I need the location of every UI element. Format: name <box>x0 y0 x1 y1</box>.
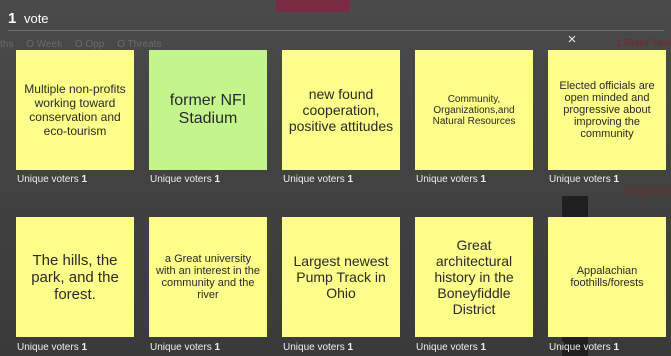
background-strip-item: ths <box>0 39 14 50</box>
unique-voters-label: Unique voters <box>549 342 614 353</box>
sticky-note-card[interactable]: Community, Organizations,and Natural Res… <box>415 50 533 170</box>
unique-voters-count: 1 <box>347 342 354 353</box>
sticky-note-card[interactable]: Multiple non-profits working toward cons… <box>16 50 134 170</box>
unique-voters-label: Unique voters <box>283 174 348 185</box>
unique-voters: Unique voters 1 <box>283 174 401 186</box>
unique-voters-label: Unique voters <box>17 174 82 185</box>
unique-voters-label: Unique voters <box>549 174 614 185</box>
background-right-label: 1 River Tow <box>615 38 671 49</box>
vote-label: vote <box>23 11 49 26</box>
unique-voters-label: Unique voters <box>17 342 82 353</box>
sticky-note-text: former NFI Stadium <box>169 92 247 127</box>
unique-voters-label: Unique voters <box>416 342 481 353</box>
sticky-note-card[interactable]: The hills, the park, and the forest. <box>16 217 134 337</box>
unique-voters: Unique voters 1 <box>283 342 401 354</box>
unique-voters: Unique voters 1 <box>416 342 534 354</box>
background-right-label-2: 4 Opportu <box>623 186 671 197</box>
unique-voters-count: 1 <box>480 174 487 185</box>
unique-voters-count: 1 <box>613 174 620 185</box>
vote-header: 1 vote <box>8 8 664 31</box>
background-strip-item: O Week <box>26 39 63 50</box>
sticky-note-text: Community, Organizations,and Natural Res… <box>432 93 516 127</box>
unique-voters-label: Unique voters <box>416 174 481 185</box>
unique-voters-count: 1 <box>81 174 88 185</box>
unique-voters: Unique voters 1 <box>150 174 268 186</box>
sticky-note-text: Multiple non-profits working toward cons… <box>24 82 126 138</box>
sticky-note-card[interactable]: Appalachian foothills/forests <box>548 217 666 337</box>
sticky-note-card[interactable]: a Great university with an interest in t… <box>149 217 267 337</box>
background-strip-item: O Opp <box>74 39 105 50</box>
unique-voters-count: 1 <box>480 342 487 353</box>
sticky-note-text: The hills, the park, and the forest. <box>31 251 119 303</box>
unique-voters-count: 1 <box>347 174 354 185</box>
unique-voters: Unique voters 1 <box>416 174 534 186</box>
unique-voters-count: 1 <box>613 342 620 353</box>
background-strip-item: O Threats <box>117 39 162 50</box>
unique-voters-count: 1 <box>214 342 221 353</box>
unique-voters: Unique voters 1 <box>17 174 135 186</box>
sticky-note-text: Appalachian foothills/forests <box>570 265 644 289</box>
vote-results-screen: ths O Week O Opp O Threats 1 River Tow 4… <box>0 0 671 356</box>
unique-voters-count: 1 <box>214 174 221 185</box>
sticky-note-card[interactable]: Largest newest Pump Track in Ohio <box>282 217 400 337</box>
sticky-note-card[interactable]: former NFI Stadium <box>149 50 267 170</box>
unique-voters: Unique voters 1 <box>549 174 667 186</box>
unique-voters-label: Unique voters <box>283 342 348 353</box>
unique-voters: Unique voters 1 <box>17 342 135 354</box>
unique-voters: Unique voters 1 <box>549 342 667 354</box>
close-icon[interactable]: × <box>564 32 580 48</box>
unique-voters-label: Unique voters <box>150 174 215 185</box>
unique-voters: Unique voters 1 <box>150 342 268 354</box>
sticky-note-text: Great architectural history in the Boney… <box>434 237 514 317</box>
vote-count: 1 <box>8 10 17 27</box>
sticky-note-text: a Great university with an interest in t… <box>156 253 260 301</box>
sticky-note-text: new found cooperation, positive attitude… <box>288 86 394 134</box>
unique-voters-label: Unique voters <box>150 342 215 353</box>
sticky-note-card[interactable]: new found cooperation, positive attitude… <box>282 50 400 170</box>
sticky-note-card[interactable]: Elected officials are open minded and pr… <box>548 50 666 170</box>
sticky-note-card[interactable]: Great architectural history in the Boney… <box>415 217 533 337</box>
sticky-note-text: Largest newest Pump Track in Ohio <box>293 253 389 301</box>
unique-voters-count: 1 <box>81 342 88 353</box>
sticky-note-text: Elected officials are open minded and pr… <box>559 80 655 140</box>
